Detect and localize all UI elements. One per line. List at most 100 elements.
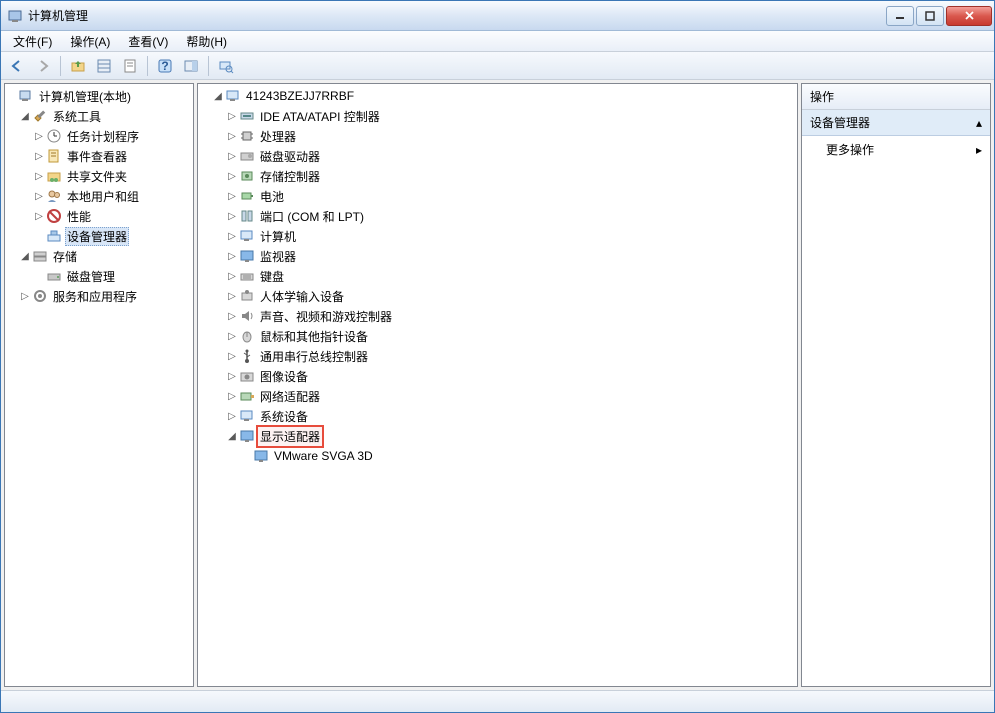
ide-icon (239, 108, 255, 124)
expand-icon[interactable]: ▷ (226, 111, 238, 122)
menu-action[interactable]: 操作(A) (62, 31, 118, 52)
tree-task-scheduler[interactable]: ▷ 任务计划程序 (5, 126, 193, 146)
left-pane: 计算机管理(本地) ◢ 系统工具 ▷ 任务计划程序 ▷ 事件查看器 (4, 83, 194, 687)
device-ide[interactable]: ▷ IDE ATA/ATAPI 控制器 (198, 106, 797, 126)
clock-icon (46, 128, 62, 144)
device-display-adapters[interactable]: ◢ 显示适配器 (198, 426, 797, 446)
actions-section-label: 设备管理器 (810, 114, 870, 131)
expand-icon[interactable]: ▷ (226, 271, 238, 282)
body: 计算机管理(本地) ◢ 系统工具 ▷ 任务计划程序 ▷ 事件查看器 (1, 80, 994, 690)
battery-icon (239, 188, 255, 204)
toolbar-separator (208, 56, 209, 76)
menu-help[interactable]: 帮助(H) (178, 31, 235, 52)
expand-icon[interactable]: ▷ (226, 411, 238, 422)
users-icon (46, 188, 62, 204)
tree-storage[interactable]: ◢ 存储 (5, 246, 193, 266)
device-ports[interactable]: ▷ 端口 (COM 和 LPT) (198, 206, 797, 226)
up-folder-icon[interactable] (66, 55, 90, 77)
menu-view[interactable]: 查看(V) (120, 31, 176, 52)
device-monitors[interactable]: ▷ 监视器 (198, 246, 797, 266)
device-hid[interactable]: ▷ 人体学输入设备 (198, 286, 797, 306)
actions-more[interactable]: 更多操作 ▸ (802, 136, 990, 163)
expand-icon[interactable]: ▷ (226, 251, 238, 262)
device-keyboards[interactable]: ▷ 键盘 (198, 266, 797, 286)
properties-icon[interactable] (118, 55, 142, 77)
management-tree: 计算机管理(本地) ◢ 系统工具 ▷ 任务计划程序 ▷ 事件查看器 (5, 84, 193, 308)
svg-text:?: ? (161, 59, 168, 73)
collapse-icon[interactable]: ◢ (212, 91, 224, 102)
actions-pane-icon[interactable] (179, 55, 203, 77)
expand-icon[interactable]: ▷ (33, 171, 45, 182)
disk-icon (46, 268, 62, 284)
expand-icon[interactable]: ▷ (33, 131, 45, 142)
tree-system-tools[interactable]: ◢ 系统工具 (5, 106, 193, 126)
expand-icon[interactable]: ▷ (226, 391, 238, 402)
actions-more-label: 更多操作 (826, 141, 874, 158)
expand-icon[interactable]: ▷ (33, 151, 45, 162)
device-computers[interactable]: ▷ 计算机 (198, 226, 797, 246)
maximize-button[interactable] (916, 6, 944, 26)
details-view-icon[interactable] (92, 55, 116, 77)
close-button[interactable] (946, 6, 992, 26)
collapse-up-icon: ▴ (976, 116, 982, 130)
camera-icon (239, 368, 255, 384)
expand-icon[interactable]: ▷ (33, 191, 45, 202)
device-audio[interactable]: ▷ 声音、视频和游戏控制器 (198, 306, 797, 326)
help-icon[interactable]: ? (153, 55, 177, 77)
collapse-icon[interactable]: ◢ (226, 431, 238, 442)
device-imaging[interactable]: ▷ 图像设备 (198, 366, 797, 386)
storage-icon (32, 248, 48, 264)
device-display-item[interactable]: VMware SVGA 3D (198, 446, 797, 466)
tree-shared-folders[interactable]: ▷ 共享文件夹 (5, 166, 193, 186)
expand-icon[interactable]: ▷ (226, 311, 238, 322)
network-adapter-icon (239, 388, 255, 404)
device-battery[interactable]: ▷ 电池 (198, 186, 797, 206)
device-system[interactable]: ▷ 系统设备 (198, 406, 797, 426)
expand-icon[interactable]: ▷ (226, 191, 238, 202)
device-root[interactable]: ◢ 41243BZEJJ7RRBF (198, 86, 797, 106)
expand-icon[interactable]: ▷ (226, 171, 238, 182)
device-disk[interactable]: ▷ 磁盘驱动器 (198, 146, 797, 166)
expand-icon[interactable]: ▷ (226, 211, 238, 222)
tree-disk-mgmt[interactable]: 磁盘管理 (5, 266, 193, 286)
expand-icon[interactable]: ▷ (226, 131, 238, 142)
tools-icon (32, 108, 48, 124)
tree-services-apps[interactable]: ▷ 服务和应用程序 (5, 286, 193, 306)
menu-file[interactable]: 文件(F) (5, 31, 60, 52)
toolbar-separator (60, 56, 61, 76)
expand-icon[interactable]: ▷ (19, 291, 31, 302)
device-usb[interactable]: ▷ 通用串行总线控制器 (198, 346, 797, 366)
expand-icon[interactable]: ▷ (226, 351, 238, 362)
expand-icon[interactable]: ▷ (226, 231, 238, 242)
middle-pane: ◢ 41243BZEJJ7RRBF ▷ IDE ATA/ATAPI 控制器 ▷ … (197, 83, 798, 687)
expand-icon[interactable]: ▷ (226, 291, 238, 302)
back-button[interactable] (5, 55, 29, 77)
expand-icon[interactable]: ▷ (226, 371, 238, 382)
tree-local-users[interactable]: ▷ 本地用户和组 (5, 186, 193, 206)
tree-performance[interactable]: ▷ 性能 (5, 206, 193, 226)
device-tree: ◢ 41243BZEJJ7RRBF ▷ IDE ATA/ATAPI 控制器 ▷ … (198, 84, 797, 468)
minimize-button[interactable] (886, 6, 914, 26)
collapse-icon[interactable]: ◢ (19, 111, 31, 122)
tree-event-viewer[interactable]: ▷ 事件查看器 (5, 146, 193, 166)
tree-device-manager[interactable]: 设备管理器 (5, 226, 193, 246)
scan-hardware-icon[interactable] (214, 55, 238, 77)
keyboard-icon (239, 268, 255, 284)
expand-icon[interactable]: ▷ (33, 211, 45, 222)
event-log-icon (46, 148, 62, 164)
collapse-icon[interactable]: ◢ (19, 251, 31, 262)
device-storage-ctrl[interactable]: ▷ 存储控制器 (198, 166, 797, 186)
window: 计算机管理 文件(F) 操作(A) 查看(V) 帮助(H) ? (0, 0, 995, 713)
disk-drive-icon (239, 148, 255, 164)
window-controls (886, 6, 992, 26)
display-adapter-icon (239, 428, 255, 444)
forward-button[interactable] (31, 55, 55, 77)
expand-icon[interactable]: ▷ (226, 331, 238, 342)
tree-root[interactable]: 计算机管理(本地) (5, 86, 193, 106)
mouse-icon (239, 328, 255, 344)
device-cpu[interactable]: ▷ 处理器 (198, 126, 797, 146)
actions-section[interactable]: 设备管理器 ▴ (802, 110, 990, 136)
expand-icon[interactable]: ▷ (226, 151, 238, 162)
device-network[interactable]: ▷ 网络适配器 (198, 386, 797, 406)
device-mouse[interactable]: ▷ 鼠标和其他指针设备 (198, 326, 797, 346)
